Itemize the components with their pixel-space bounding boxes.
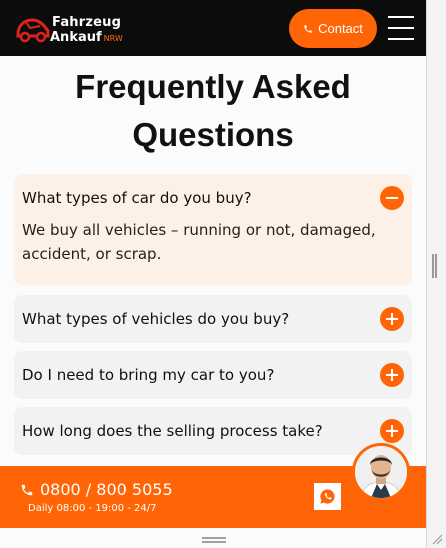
hamburger-line <box>388 38 414 40</box>
faq-question[interactable]: How long does the selling process take? <box>22 407 323 455</box>
expand-icon[interactable] <box>380 363 404 387</box>
logo-line-2: Ankauf NRW <box>50 30 123 45</box>
logo-line-2-text: Ankauf <box>50 30 102 45</box>
expand-icon[interactable] <box>380 307 404 331</box>
hamburger-line <box>388 27 414 29</box>
whatsapp-button[interactable] <box>314 483 341 510</box>
drag-handle[interactable] <box>202 537 226 543</box>
hamburger-line <box>388 16 414 18</box>
phone-icon <box>304 24 312 33</box>
agent-portrait <box>355 446 407 498</box>
page-title-line-2: Questions <box>132 116 294 153</box>
phone-icon <box>21 484 33 495</box>
faq-item[interactable]: How long does the selling process take? <box>14 407 412 455</box>
hamburger-menu-icon[interactable] <box>388 16 414 40</box>
avatar[interactable] <box>352 443 410 501</box>
resize-handle-icon[interactable] <box>429 531 443 545</box>
faq-item[interactable]: What types of vehicles do you buy? <box>14 295 412 343</box>
faq-item[interactable]: Do I need to bring my car to you? <box>14 351 412 399</box>
whatsapp-icon <box>320 489 335 504</box>
phone-link[interactable]: 0800 / 800 5055 <box>20 480 173 499</box>
scrollbar-thumb[interactable] <box>432 254 437 278</box>
logo-tag: NRW <box>103 34 123 43</box>
collapse-icon[interactable] <box>380 186 404 210</box>
car-icon <box>16 18 50 43</box>
contact-button-label: Contact <box>318 21 363 36</box>
faq-answer: We buy all vehicles – running or not, da… <box>22 221 376 263</box>
phone-number: 0800 / 800 5055 <box>40 480 173 499</box>
page-title: Frequently Asked Questions <box>0 63 426 159</box>
site-logo[interactable]: Fahrzeug Ankauf NRW <box>14 12 124 48</box>
contact-button[interactable]: Contact <box>289 9 377 48</box>
faq-item[interactable]: What types of car do you buy? We buy all… <box>14 174 412 285</box>
logo-line-1: Fahrzeug <box>52 15 122 30</box>
page-title-line-1: Frequently Asked <box>75 68 351 105</box>
faq-question[interactable]: Do I need to bring my car to you? <box>22 351 274 399</box>
faq-question[interactable]: What types of vehicles do you buy? <box>22 295 289 343</box>
site-header: Fahrzeug Ankauf NRW Contact <box>0 0 426 56</box>
expand-icon[interactable] <box>380 419 404 443</box>
opening-hours: Daily 08:00 - 19:00 - 24/7 <box>28 503 157 514</box>
faq-question[interactable]: What types of car do you buy? <box>22 174 252 222</box>
page: Fahrzeug Ankauf NRW Contact Frequently As… <box>0 0 426 548</box>
